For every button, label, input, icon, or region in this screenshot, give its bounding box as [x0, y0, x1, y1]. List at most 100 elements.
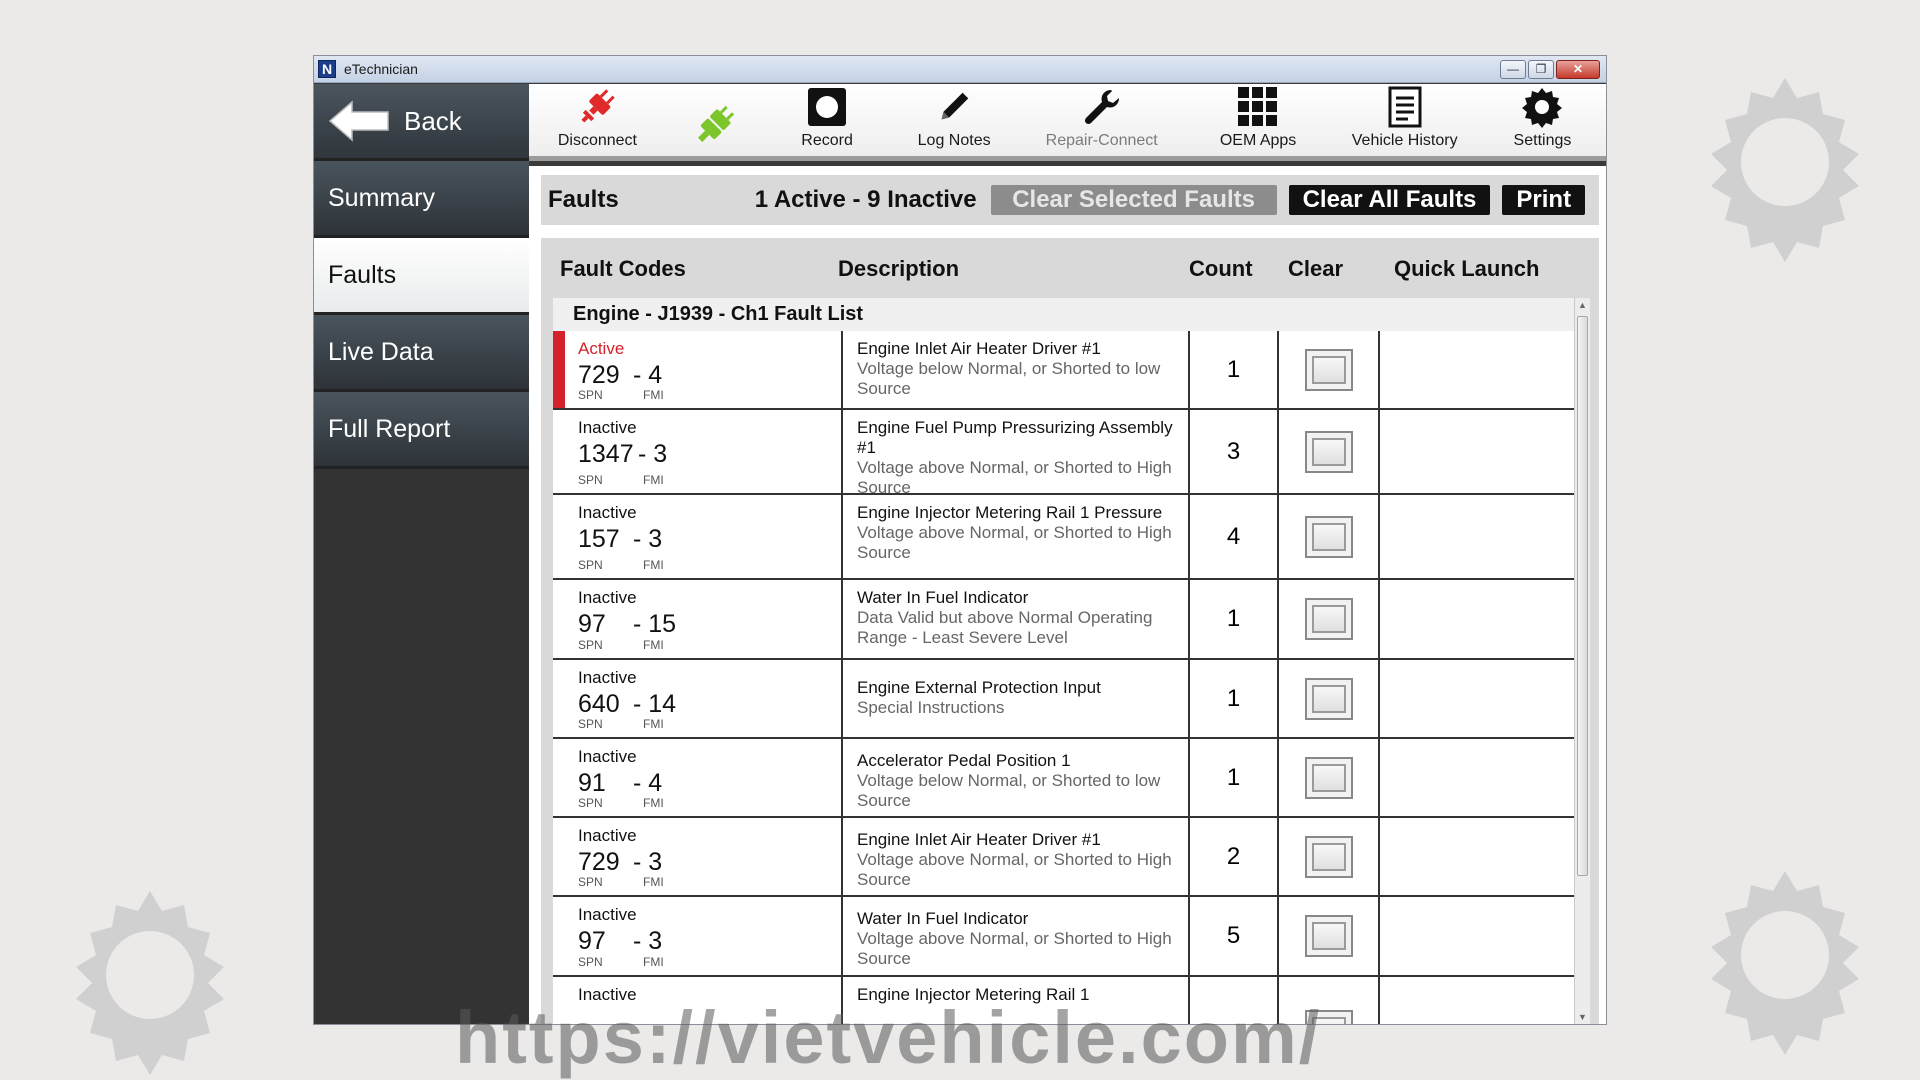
- clear-checkbox[interactable]: [1304, 677, 1353, 720]
- close-icon[interactable]: ✕: [1556, 59, 1600, 79]
- fault-description: Engine Injector Metering Rail 1 Pressure: [857, 503, 1163, 522]
- table-row[interactable]: Inactive 97 - 3 SPN FMI Water In Fuel In…: [553, 897, 1577, 977]
- clear-checkbox[interactable]: [1304, 430, 1353, 473]
- column-header-count: Count: [1189, 256, 1253, 281]
- fault-description: Engine Fuel Pump Pressurizing Assembly #…: [857, 418, 1173, 457]
- fmi-value: - 15: [633, 610, 677, 638]
- quick-launch-cell: [1380, 495, 1577, 578]
- fmi-label: FMI: [643, 558, 664, 572]
- table-header: Fault Codes Description Count Clear Quic…: [541, 238, 1599, 298]
- repair-connect-button[interactable]: Repair-Connect: [1018, 84, 1186, 156]
- watermark-url: https://vietvehicle.com/: [455, 996, 1322, 1079]
- table-row[interactable]: Inactive 91 - 4 SPN FMI Accelerator Peda…: [553, 739, 1577, 818]
- fmi-value: - 4: [633, 769, 663, 797]
- fault-count: 1: [1190, 331, 1279, 408]
- fmi-label: FMI: [643, 955, 664, 969]
- back-button[interactable]: Back: [314, 84, 529, 161]
- page-title: Faults: [548, 186, 619, 213]
- column-header-fault-codes: Fault Codes: [560, 256, 686, 281]
- oem-apps-button[interactable]: OEM Apps: [1186, 84, 1331, 156]
- watermark-gear-icon: [1685, 62, 1885, 262]
- clear-checkbox[interactable]: [1304, 348, 1353, 391]
- gear-icon: [1522, 88, 1563, 128]
- scrollbar-thumb[interactable]: [1577, 316, 1588, 876]
- disconnect-button[interactable]: Disconnect: [529, 84, 666, 156]
- scroll-down-icon[interactable]: ▼: [1575, 1012, 1590, 1022]
- sidebar-item-live-data[interactable]: Live Data: [314, 315, 529, 392]
- clear-selected-faults-button[interactable]: Clear Selected Faults: [990, 185, 1277, 215]
- vertical-scrollbar[interactable]: ▲ ▼: [1574, 298, 1590, 1024]
- sidebar-item-summary[interactable]: Summary: [314, 161, 529, 238]
- quick-launch-cell: [1380, 660, 1577, 737]
- fault-failure-mode: Voltage above Normal, or Shorted to High…: [857, 850, 1172, 889]
- scroll-up-icon[interactable]: ▲: [1575, 300, 1590, 310]
- quick-launch-cell: [1380, 897, 1577, 975]
- sidebar: Back Summary Faults Live Data Full Repor…: [314, 84, 529, 1024]
- clear-checkbox[interactable]: [1304, 515, 1353, 558]
- fault-count: 4: [1190, 495, 1279, 578]
- settings-button[interactable]: Settings: [1479, 84, 1606, 156]
- table-row[interactable]: Inactive 640 - 14 SPN FMI Engine Externa…: [553, 660, 1577, 739]
- spn-label: SPN: [578, 955, 603, 969]
- table-row[interactable]: Inactive 97 - 15 SPN FMI Water In Fuel I…: [553, 580, 1577, 660]
- sidebar-item-label: Faults: [328, 260, 397, 289]
- fmi-value: - 4: [633, 361, 663, 389]
- table-row[interactable]: Inactive 729 - 3 SPN FMI Engine Inlet Ai…: [553, 818, 1577, 897]
- clear-checkbox[interactable]: [1304, 915, 1353, 957]
- column-header-description: Description: [838, 256, 960, 281]
- log-notes-button[interactable]: Log Notes: [891, 84, 1018, 156]
- fault-count: 2: [1190, 818, 1279, 895]
- sidebar-item-full-report[interactable]: Full Report: [314, 392, 529, 469]
- fault-count: 1: [1190, 580, 1279, 658]
- fmi-value: - 14: [633, 690, 677, 718]
- app-window: N eTechnician — ❐ ✕ Back Summary Faults …: [313, 55, 1607, 1025]
- document-icon: [1388, 86, 1422, 128]
- table-row[interactable]: Active 729 - 4 SPN FMI Engine Inlet Air …: [553, 331, 1577, 410]
- connected-plug-icon: [697, 105, 734, 142]
- tool-label: Record: [801, 132, 853, 149]
- restore-icon[interactable]: ❐: [1528, 59, 1554, 79]
- tool-label: Vehicle History: [1351, 132, 1458, 149]
- record-button[interactable]: Record: [764, 84, 891, 156]
- fault-description: Engine Inlet Air Heater Driver #1: [857, 830, 1101, 849]
- sidebar-item-faults[interactable]: Faults: [314, 238, 529, 315]
- fault-summary: 1 Active - 9 Inactive: [754, 186, 977, 213]
- sidebar-item-label: Live Data: [328, 337, 434, 366]
- fault-failure-mode: Voltage below Normal, or Shorted to low …: [857, 359, 1161, 398]
- table-row[interactable]: Inactive 1347 - 3 SPN FMI Engine Fuel Pu…: [553, 410, 1577, 497]
- window-title: eTechnician: [344, 61, 418, 77]
- sidebar-item-label: Full Report: [328, 414, 451, 443]
- table-row[interactable]: Inactive 157 - 3 SPN FMI Engine Injector…: [553, 495, 1577, 580]
- fault-rows: Active 729 - 4 SPN FMI Engine Inlet Air …: [553, 331, 1577, 1024]
- connect-button[interactable]: [666, 84, 764, 156]
- spn-value: 157: [578, 525, 620, 553]
- back-arrow-icon: [328, 100, 389, 142]
- fault-status: Inactive: [578, 503, 637, 522]
- print-button[interactable]: Print: [1502, 185, 1586, 215]
- clear-checkbox[interactable]: [1304, 835, 1353, 878]
- fault-count: 1: [1190, 739, 1279, 816]
- minimize-icon[interactable]: —: [1500, 59, 1526, 79]
- fmi-value: - 3: [633, 927, 663, 955]
- fault-failure-mode: Voltage below Normal, or Shorted to low …: [857, 771, 1161, 810]
- spn-value: 91: [578, 769, 606, 797]
- spn-label: SPN: [578, 388, 603, 402]
- fault-status: Inactive: [578, 668, 637, 687]
- tool-label: Repair-Connect: [1045, 132, 1158, 149]
- spn-label: SPN: [578, 717, 603, 731]
- fault-description: Water In Fuel Indicator: [857, 909, 1029, 928]
- quick-launch-cell: [1380, 331, 1577, 408]
- fmi-label: FMI: [643, 875, 664, 889]
- tool-label: OEM Apps: [1219, 132, 1297, 149]
- pencil-icon: [941, 92, 969, 120]
- fault-description: Water In Fuel Indicator: [857, 588, 1029, 607]
- clear-all-faults-button[interactable]: Clear All Faults: [1288, 185, 1491, 215]
- spn-value: 729: [578, 361, 620, 389]
- vehicle-history-button[interactable]: Vehicle History: [1330, 84, 1479, 156]
- fault-failure-mode: Data Valid but above Normal Operating Ra…: [857, 608, 1153, 647]
- clear-checkbox[interactable]: [1304, 756, 1353, 799]
- fault-status: Inactive: [578, 905, 637, 924]
- tool-label: Settings: [1513, 132, 1572, 149]
- fault-description: Engine Inlet Air Heater Driver #1: [857, 339, 1101, 358]
- clear-checkbox[interactable]: [1304, 598, 1353, 640]
